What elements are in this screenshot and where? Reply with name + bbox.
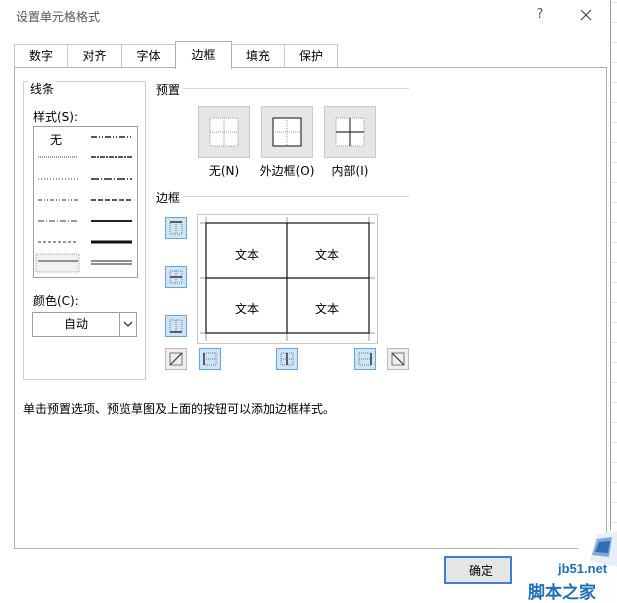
border-preview-lines xyxy=(200,217,375,341)
preset-none-button[interactable] xyxy=(198,106,250,158)
line-style-list[interactable]: 无 xyxy=(33,126,138,278)
preset-outline-label: 外边框(O) xyxy=(259,164,315,178)
watermark-url: jb51.net xyxy=(558,561,608,576)
help-button[interactable]: ? xyxy=(528,4,552,26)
border-bottom-button[interactable] xyxy=(165,315,187,337)
border-inner-horizontal-icon xyxy=(169,270,183,284)
border-left-button[interactable] xyxy=(199,348,221,370)
tab-fill[interactable]: 填充 xyxy=(231,44,285,68)
diagonal-up-icon xyxy=(169,352,183,366)
watermark-name: 脚本之家 xyxy=(528,583,596,603)
tab-alignment[interactable]: 对齐 xyxy=(67,44,122,68)
border-separator xyxy=(183,196,409,197)
border-inside-icon xyxy=(335,117,365,147)
line-style-label: 样式(S): xyxy=(31,108,81,125)
dialog-title: 设置单元格格式 xyxy=(16,10,101,24)
line-group-title: 线条 xyxy=(28,80,57,97)
border-right-icon xyxy=(358,352,372,366)
line-color-label: 颜色(C): xyxy=(31,292,81,309)
presets-separator xyxy=(183,88,409,89)
border-right-button[interactable] xyxy=(354,348,376,370)
line-color-value: 自动 xyxy=(63,317,88,331)
preset-inside-button[interactable] xyxy=(324,106,376,158)
border-diagonal-down-button[interactable] xyxy=(387,348,409,370)
preset-none-label: 无(N) xyxy=(208,164,240,178)
hint-text: 单击预置选项、预览草图及上面的按钮可以添加边框样式。 xyxy=(23,402,336,416)
border-left-icon xyxy=(203,352,217,366)
border-inner-horizontal-button[interactable] xyxy=(165,266,187,288)
format-cells-dialog: 设置单元格格式 ? 数字 对齐 字体 边框 填充 保护 线条 样式(S): 无 xyxy=(0,0,611,603)
presets-title: 预置 xyxy=(154,81,183,98)
tab-protection[interactable]: 保护 xyxy=(284,44,338,68)
border-preview[interactable]: 文本 文本 文本 文本 xyxy=(197,214,378,344)
tab-border[interactable]: 边框 xyxy=(175,41,232,69)
border-none-icon xyxy=(209,117,239,147)
border-bottom-icon xyxy=(169,319,183,333)
border-inner-vertical-icon xyxy=(280,352,294,366)
close-button[interactable] xyxy=(574,4,598,26)
title-bar: 设置单元格格式 ? xyxy=(0,0,610,32)
line-color-dropdown[interactable]: 自动 xyxy=(32,312,137,337)
preset-outline-button[interactable] xyxy=(261,106,313,158)
tab-strip: 数字 对齐 字体 边框 填充 保护 xyxy=(14,41,604,69)
preview-cell-text: 文本 xyxy=(234,302,259,316)
chevron-down-icon[interactable] xyxy=(119,313,136,336)
tab-font[interactable]: 字体 xyxy=(121,44,176,68)
close-icon xyxy=(580,9,592,21)
preview-cell-text: 文本 xyxy=(314,302,339,316)
line-style-swatches[interactable] xyxy=(34,127,137,277)
border-outline-icon xyxy=(272,117,302,147)
watermark: jb51.net 脚本之家 xyxy=(478,527,617,603)
preset-inside-label: 内部(I) xyxy=(331,164,369,178)
preview-cell-text: 文本 xyxy=(234,248,259,262)
tab-number[interactable]: 数字 xyxy=(14,44,68,68)
border-title: 边框 xyxy=(154,189,183,206)
border-top-icon xyxy=(169,221,183,235)
diagonal-down-icon xyxy=(391,352,405,366)
border-diagonal-up-button[interactable] xyxy=(165,348,187,370)
border-inner-vertical-button[interactable] xyxy=(276,348,298,370)
border-top-button[interactable] xyxy=(165,217,187,239)
preview-cell-text: 文本 xyxy=(314,248,339,262)
